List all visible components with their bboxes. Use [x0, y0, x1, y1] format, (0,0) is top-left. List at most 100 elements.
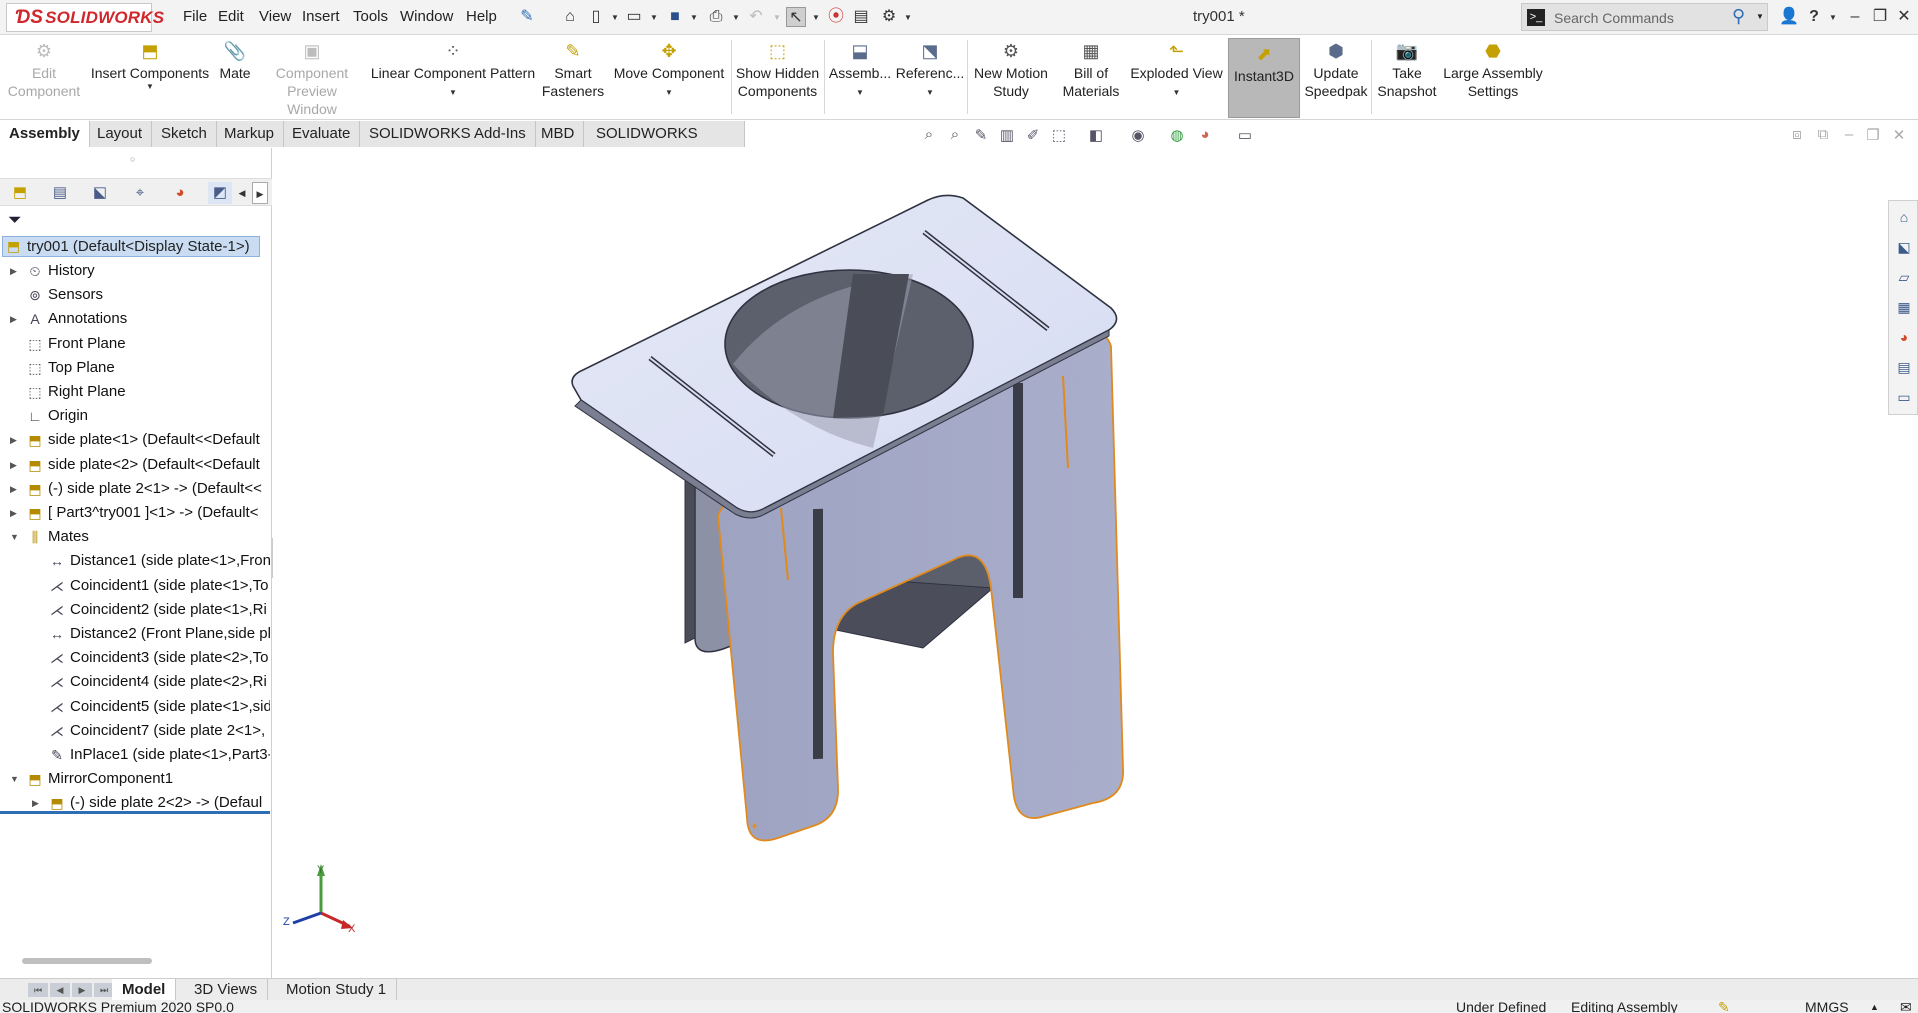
save-icon[interactable]: ■: [665, 7, 685, 27]
menu-view[interactable]: View: [259, 8, 291, 25]
display-manager-tab-icon[interactable]: ◕: [168, 182, 192, 204]
tab-sketch[interactable]: Sketch: [152, 121, 217, 147]
exploded-view-dropdown-icon[interactable]: ▼: [1173, 88, 1181, 98]
open-icon[interactable]: ▭: [624, 7, 644, 27]
rebuild-icon[interactable]: ⦿: [826, 7, 846, 27]
menu-help[interactable]: Help: [466, 8, 497, 25]
tree-node[interactable]: ▶ ⬒ side plate<2> (Default<<Default: [10, 454, 270, 476]
undo-icon[interactable]: ↶: [746, 7, 766, 27]
menu-file[interactable]: File: [183, 8, 207, 25]
select-icon[interactable]: ↖: [786, 7, 806, 27]
last-tab-icon[interactable]: ⏭: [94, 983, 114, 997]
dimxpert-tab-icon[interactable]: ⌖: [128, 182, 152, 204]
tree-node[interactable]: ▼ ⫼ Mates: [10, 526, 270, 548]
tree-node[interactable]: ⬚ Top Plane: [10, 357, 270, 379]
tab-motion-study[interactable]: Motion Study 1: [276, 979, 398, 1001]
options-dropdown-icon[interactable]: ▼: [904, 13, 912, 22]
search-commands-box[interactable]: >_ Search Commands ⚲ ▼: [1521, 3, 1768, 31]
view-orientation-icon[interactable]: ⬚: [1049, 126, 1069, 144]
close-icon[interactable]: ✕: [1894, 7, 1914, 27]
tab-addins[interactable]: SOLIDWORKS Add-Ins: [360, 121, 536, 147]
file-properties-icon[interactable]: ▤: [851, 7, 871, 27]
search-icon[interactable]: ⚲: [1732, 6, 1745, 27]
component-preview-window-button[interactable]: ▣ Component Preview Window: [262, 36, 362, 120]
tree-node[interactable]: ↔ Distance2 (Front Plane,side pla: [32, 623, 270, 645]
save-dropdown-icon[interactable]: ▼: [690, 13, 698, 22]
tree-node[interactable]: ⊚ Sensors: [10, 284, 270, 306]
units-dropdown-icon[interactable]: ▲: [1870, 1000, 1879, 1013]
mate-button[interactable]: 📎 Mate: [214, 36, 256, 120]
rebuild-status-icon[interactable]: ✎: [1718, 1000, 1730, 1013]
model-viewport[interactable]: +: [273, 148, 1918, 978]
minimize-icon[interactable]: –: [1845, 7, 1865, 27]
move-component-dropdown-icon[interactable]: ▼: [665, 88, 673, 98]
tree-node[interactable]: ⬚ Right Plane: [10, 381, 270, 403]
graphics-close-icon[interactable]: ✕: [1889, 126, 1909, 144]
take-snapshot-button[interactable]: 📷 Take Snapshot: [1374, 36, 1440, 120]
previous-tab-icon[interactable]: ◀: [50, 983, 70, 997]
show-hidden-components-button[interactable]: ⬚ Show Hidden Components: [735, 36, 820, 120]
expand-arrow-icon[interactable]: ▶: [10, 502, 17, 524]
search-input[interactable]: Search Commands: [1554, 10, 1674, 26]
tab-evaluate[interactable]: Evaluate: [283, 121, 361, 147]
view-palette-icon[interactable]: ▦: [1894, 299, 1914, 319]
user-icon[interactable]: 👤: [1779, 7, 1799, 27]
graphics-minimize-icon[interactable]: –: [1839, 126, 1859, 143]
appearances-icon[interactable]: ◕: [1894, 329, 1914, 349]
collapse-arrow-icon[interactable]: ▼: [10, 768, 19, 790]
tree-node[interactable]: ▶ ⬒ [ Part3^try001 ]<1> -> (Default<: [10, 502, 270, 524]
expand-arrow-icon[interactable]: ▶: [10, 308, 17, 330]
tree-node[interactable]: ▶ A Annotations: [10, 308, 270, 330]
tree-node[interactable]: ⋌ Coincident2 (side plate<1>,Ri: [32, 599, 270, 621]
panel-collapse-handle[interactable]: ○: [130, 154, 135, 164]
new-motion-study-button[interactable]: ⚙ New Motion Study: [970, 36, 1052, 120]
graphics-tile-icon[interactable]: ⧈: [1787, 126, 1807, 143]
insert-components-dropdown-icon[interactable]: ▼: [146, 82, 154, 92]
assembly-features-button[interactable]: ⬓ Assemb... ▼: [829, 36, 891, 120]
new-document-icon[interactable]: ▯: [586, 7, 606, 27]
move-component-button[interactable]: ✥ Move Component ▼: [610, 36, 728, 120]
graphics-area[interactable]: + Y X Z: [273, 148, 1918, 978]
status-messages-icon[interactable]: ✉: [1900, 1000, 1912, 1013]
update-speedpak-button[interactable]: ⬢ Update Speedpak: [1304, 36, 1368, 120]
expand-arrow-icon[interactable]: ▶: [10, 260, 17, 282]
search-dropdown-icon[interactable]: ▼: [1756, 12, 1764, 21]
menu-window[interactable]: Window: [400, 8, 453, 25]
insert-components-button[interactable]: ⬒ Insert Components ▼: [88, 36, 212, 120]
print-icon[interactable]: ⎙: [706, 7, 726, 27]
design-library-icon[interactable]: ⬕: [1894, 239, 1914, 259]
tab-markup[interactable]: Markup: [215, 121, 285, 147]
tab-model[interactable]: Model: [112, 979, 177, 1001]
tab-assembly[interactable]: Assembly: [0, 121, 90, 147]
tree-node[interactable]: ↔ Distance1 (side plate<1>,Fron: [32, 550, 270, 572]
menu-edit[interactable]: Edit: [218, 8, 244, 25]
hide-show-items-icon[interactable]: ◉: [1128, 126, 1148, 144]
select-dropdown-icon[interactable]: ▼: [812, 13, 820, 22]
forum-icon[interactable]: ▭: [1894, 389, 1914, 409]
apply-scene-icon[interactable]: ◕: [1195, 126, 1215, 143]
section-view-icon[interactable]: ▥: [997, 126, 1017, 144]
tree-root-assembly[interactable]: ⬒ try001 (Default<Display State-1>): [2, 236, 260, 257]
tab-scroll-left-icon[interactable]: ◀: [235, 182, 249, 204]
tree-node[interactable]: ✎ InPlace1 (side plate<1>,Part3-: [32, 744, 270, 766]
graphics-split-icon[interactable]: ⧉: [1813, 126, 1833, 143]
expand-arrow-icon[interactable]: ▶: [10, 478, 17, 500]
bill-of-materials-button[interactable]: ▦ Bill of Materials: [1058, 36, 1124, 120]
options-gear-icon[interactable]: ⚙: [879, 7, 899, 27]
dynamic-annotation-icon[interactable]: ✐: [1023, 126, 1043, 144]
expand-arrow-icon[interactable]: ▶: [10, 454, 17, 476]
solidworks-logo[interactable]: ƊS SOLIDWORKS: [6, 3, 164, 32]
tree-node[interactable]: ⬚ Front Plane: [10, 333, 270, 355]
reference-geometry-button[interactable]: ⬔ Referenc... ▼: [896, 36, 964, 120]
edit-appearance-icon[interactable]: ◍: [1167, 126, 1187, 144]
feature-tree-tab-icon[interactable]: ⬒: [8, 182, 32, 204]
display-style-icon[interactable]: ◧: [1086, 126, 1106, 144]
tab-cam[interactable]: SOLIDWORKS CAM: [587, 121, 745, 168]
tree-node[interactable]: ⋌ Coincident4 (side plate<2>,Ri: [32, 671, 270, 693]
tree-node[interactable]: ▶ ⬒ side plate<1> (Default<<Default: [10, 429, 270, 451]
menu-tools[interactable]: Tools: [353, 8, 388, 25]
expand-arrow-icon[interactable]: ▶: [10, 429, 17, 451]
print-dropdown-icon[interactable]: ▼: [732, 13, 740, 22]
tree-node[interactable]: ▶ ⏲ History: [10, 260, 270, 282]
tab-scroll-right-icon[interactable]: ▶: [252, 182, 268, 204]
